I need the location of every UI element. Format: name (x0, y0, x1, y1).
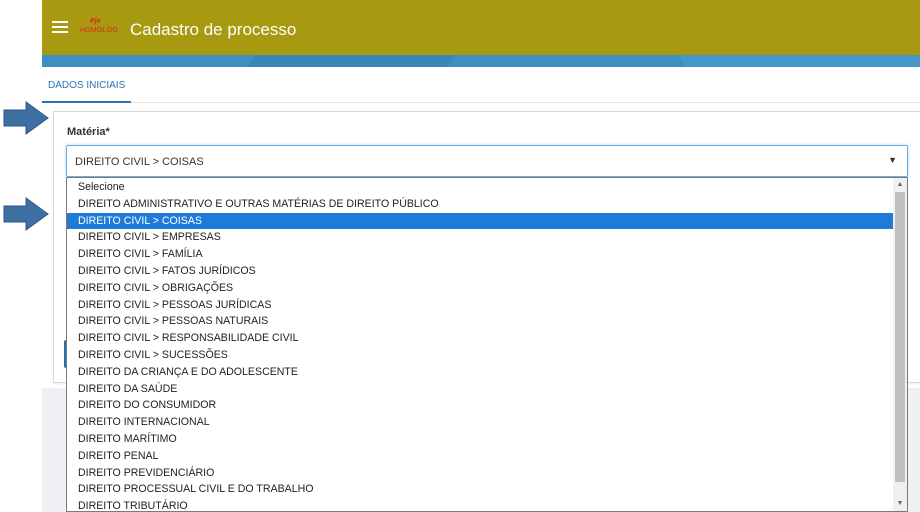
dropdown-option[interactable]: DIREITO DA SAÚDE (67, 381, 894, 398)
page-title: Cadastro de processo (130, 20, 297, 39)
materia-label: Matéria* (67, 126, 110, 138)
materia-dropdown-list: Selecione DIREITO ADMINISTRATIVO E OUTRAS… (66, 177, 908, 512)
dropdown-option[interactable]: DIREITO DO CONSUMIDOR (67, 397, 894, 414)
options-list: Selecione DIREITO ADMINISTRATIVO E OUTRAS… (67, 179, 894, 512)
logo-homolog-text: HOMOLOG (80, 27, 118, 34)
dropdown-option[interactable]: DIREITO CIVIL > EMPRESAS (67, 229, 894, 246)
dropdown-option[interactable]: DIREITO CIVIL > FAMÍLIA (67, 246, 894, 263)
dropdown-option[interactable]: DIREITO CIVIL > OBRIGAÇÕES (67, 280, 894, 297)
dropdown-option[interactable]: DIREITO CIVIL > SUCESSÕES (67, 347, 894, 364)
dropdown-scrollbar[interactable]: ▲ ▼ (893, 178, 907, 511)
logo-pje-text: Pje (90, 18, 101, 25)
pje-homolog-logo: Pje HOMOLOG (80, 18, 118, 40)
dropdown-option[interactable]: DIREITO PENAL (67, 448, 894, 465)
dropdown-option[interactable]: DIREITO CIVIL > PESSOAS JURÍDICAS (67, 297, 894, 314)
dropdown-option[interactable]: DIREITO CIVIL > RESPONSABILIDADE CIVIL (67, 330, 894, 347)
blue-arrow-icon (3, 197, 49, 231)
dropdown-option[interactable]: DIREITO DA CRIANÇA E DO ADOLESCENTE (67, 364, 894, 381)
dropdown-option[interactable]: DIREITO INTERNACIONAL (67, 414, 894, 431)
hamburger-menu-icon[interactable] (52, 21, 68, 34)
tab-bar: DADOS INICIAIS (42, 67, 920, 103)
dropdown-option[interactable]: DIREITO MARÍTIMO (67, 431, 894, 448)
dropdown-option[interactable]: Selecione (67, 179, 894, 196)
dropdown-caret-icon: ▼ (888, 155, 897, 165)
dropdown-option[interactable]: DIREITO CIVIL > COISAS (67, 212, 894, 230)
dropdown-option[interactable]: DIREITO TRIBUTÁRIO (67, 498, 894, 512)
blue-arrow-icon (3, 101, 49, 135)
scroll-down-icon[interactable]: ▼ (893, 497, 907, 511)
materia-selected-value: DIREITO CIVIL > COISAS (75, 156, 204, 168)
dropdown-option[interactable]: DIREITO PREVIDENCIÁRIO (67, 465, 894, 482)
scrollbar-thumb[interactable] (895, 192, 905, 482)
dropdown-option[interactable]: DIREITO ADMINISTRATIVO E OUTRAS MATÉRIAS… (67, 196, 894, 213)
dropdown-option[interactable]: DIREITO CIVIL > PESSOAS NATURAIS (67, 313, 894, 330)
dropdown-option[interactable]: DIREITO PROCESSUAL CIVIL E DO TRABALHO (67, 481, 894, 498)
scroll-up-icon[interactable]: ▲ (893, 178, 907, 192)
dropdown-option[interactable]: DIREITO CIVIL > FATOS JURÍDICOS (67, 263, 894, 280)
tab-dados-iniciais[interactable]: DADOS INICIAIS (42, 67, 132, 103)
materia-select[interactable]: DIREITO CIVIL > COISAS ▼ (66, 145, 908, 177)
app-header: Pje HOMOLOG Cadastro de processo (42, 0, 920, 55)
decorative-band (42, 55, 920, 67)
